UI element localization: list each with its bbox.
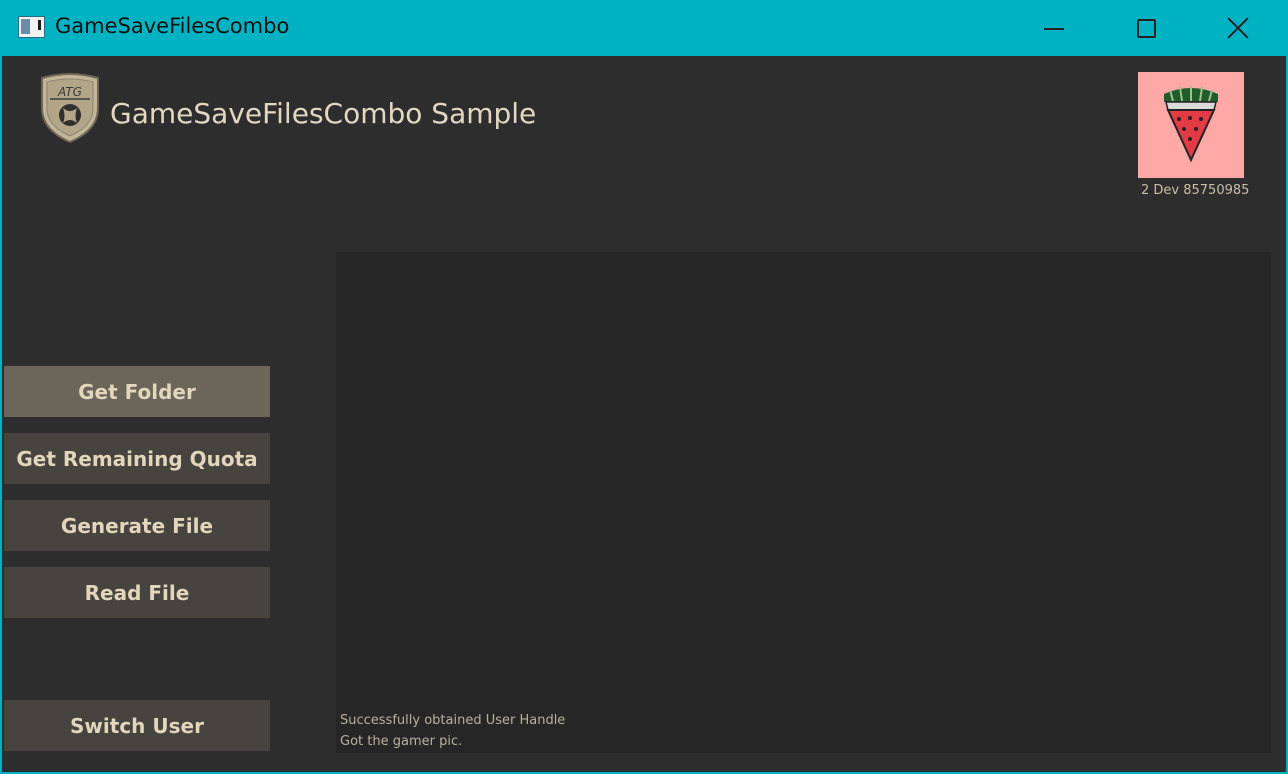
app-window-icon (18, 16, 45, 38)
maximize-button[interactable] (1100, 0, 1192, 56)
get-folder-button[interactable]: Get Folder (4, 366, 270, 417)
switch-user-button[interactable]: Switch User (4, 700, 270, 751)
get-remaining-quota-button[interactable]: Get Remaining Quota (4, 433, 270, 484)
generate-file-button[interactable]: Generate File (4, 500, 270, 551)
watermelon-icon (1164, 86, 1218, 163)
xbox-logo-icon (59, 104, 81, 126)
read-file-button[interactable]: Read File (4, 567, 270, 618)
title-bar[interactable]: GameSaveFilesCombo (2, 0, 1288, 56)
minimize-button[interactable] (1008, 0, 1100, 56)
minimize-icon (1044, 28, 1064, 30)
log-line: Got the gamer pic. (340, 734, 463, 749)
gamertag: 2 Dev 85750985 (1141, 183, 1250, 198)
close-icon (1227, 17, 1249, 39)
atg-logo: ATG (41, 73, 99, 144)
gamer-picture (1138, 72, 1244, 178)
svg-text:ATG: ATG (57, 85, 82, 99)
app-heading: GameSaveFilesCombo Sample (110, 97, 537, 130)
app-window: GameSaveFilesCombo ATG GameSaveFilesComb… (0, 0, 1288, 774)
close-button[interactable] (1192, 0, 1284, 56)
window-title: GameSaveFilesCombo (55, 14, 290, 38)
log-line: Successfully obtained User Handle (340, 713, 566, 728)
maximize-icon (1136, 18, 1156, 38)
log-panel: Successfully obtained User Handle Got th… (336, 252, 1271, 753)
log-output: Successfully obtained User Handle Got th… (340, 710, 565, 752)
